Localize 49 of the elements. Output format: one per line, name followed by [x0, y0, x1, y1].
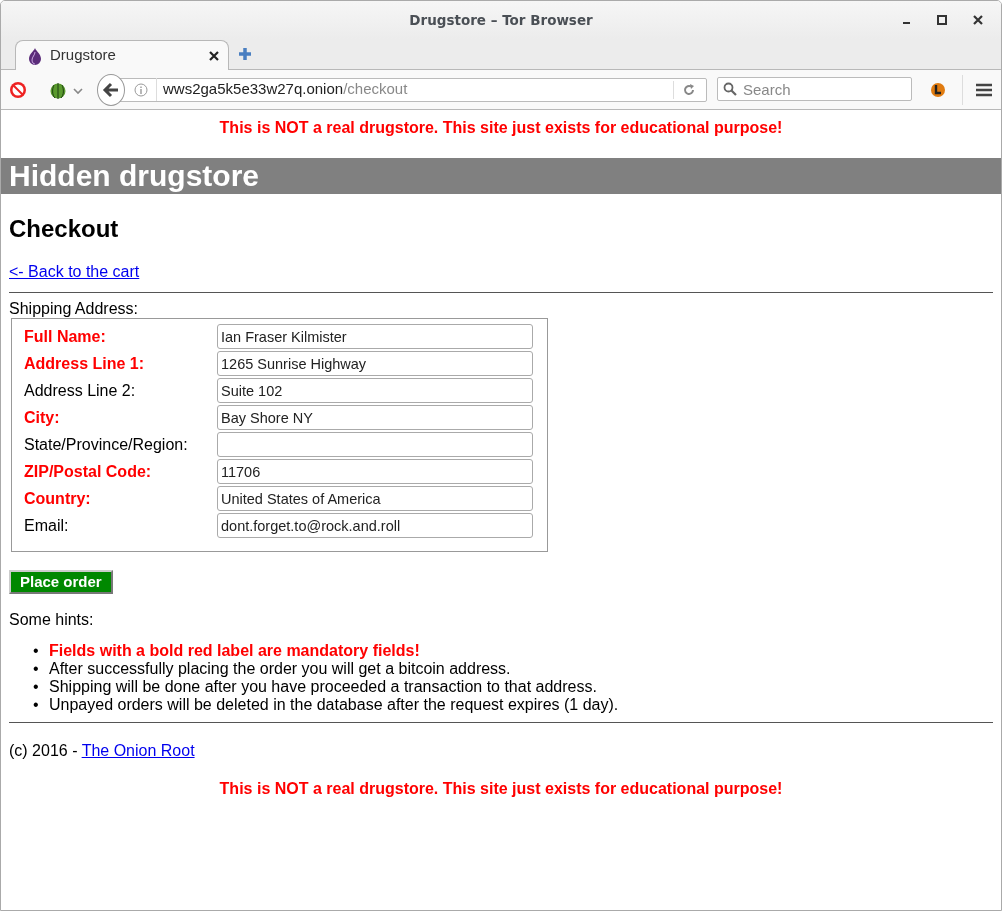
field-label: City: — [24, 407, 61, 428]
bullet: • — [33, 660, 40, 678]
reload-icon[interactable] — [682, 82, 696, 97]
notice-text: This is NOT a real drugstore. This site just exists for educational purpose! — [218, 118, 784, 138]
info-icon — [134, 82, 148, 97]
footer-link[interactable]: The Onion Root — [81, 742, 195, 759]
field-label: Email: — [24, 515, 70, 536]
input-field[interactable]: Ian Fraser Kilmister — [217, 324, 533, 349]
back-arrow-icon — [102, 80, 120, 99]
field-label: Address Line 2: — [24, 380, 137, 401]
browser-tab[interactable]: Drugstore — [15, 40, 229, 70]
window-title: Drugstore – Tor Browser — [409, 10, 593, 30]
input-field[interactable]: Suite 102 — [217, 378, 533, 403]
input-field[interactable]: 11706 — [217, 459, 533, 484]
close-tab-icon[interactable] — [208, 49, 220, 62]
section-label: Shipping Address: — [9, 300, 139, 318]
field-label: Address Line 1: — [24, 353, 146, 374]
input-field[interactable] — [217, 432, 533, 457]
input-field[interactable]: 1265 Sunrise Highway — [217, 351, 533, 376]
menu-icon[interactable] — [975, 81, 993, 98]
field-label: Country: — [24, 488, 92, 509]
bullet: • — [33, 696, 40, 714]
back-link[interactable]: <- Back to the cart — [9, 263, 140, 280]
bullet: • — [33, 642, 40, 660]
footer-text: (c) 2016 - — [9, 742, 79, 759]
input-field[interactable]: United States of America — [217, 486, 533, 511]
new-tab-icon[interactable] — [237, 46, 253, 62]
input-field[interactable]: dont.forget.to@rock.and.roll — [217, 513, 533, 538]
hints-label: Some hints: — [9, 610, 95, 630]
input-field[interactable]: Bay Shore NY — [217, 405, 533, 430]
field-label: Full Name: — [24, 326, 107, 347]
field-label: ZIP/Postal Code: — [24, 461, 153, 482]
hint-item: After successfully placing the order you will get a bitcoin address. — [49, 660, 511, 678]
page-heading: Checkout — [9, 214, 120, 244]
field-label: State/Province/Region: — [24, 434, 189, 455]
tab-label: Drugstore — [50, 45, 117, 66]
place-order-button[interactable]: Place order — [9, 570, 113, 594]
hint-item: Fields with a bold red label are mandatory fields! — [49, 642, 420, 660]
hint-item: Unpayed orders will be deleted in the database after the request expires (1 day). — [49, 696, 619, 714]
onion-icon — [28, 46, 42, 65]
site-title: Hidden drugstore — [1, 158, 1001, 194]
search-field[interactable]: Search — [717, 77, 912, 102]
notice-text: This is NOT a real drugstore. This site just exists for educational purpose! — [218, 779, 784, 799]
onion-button-icon[interactable] — [49, 80, 83, 99]
close-icon — [973, 15, 983, 25]
hint-item: Shipping will be done after you have proceeded a transaction to that address. — [49, 678, 597, 696]
bullet: • — [33, 678, 40, 696]
back-button[interactable] — [97, 73, 125, 106]
maximize-icon — [937, 15, 947, 25]
